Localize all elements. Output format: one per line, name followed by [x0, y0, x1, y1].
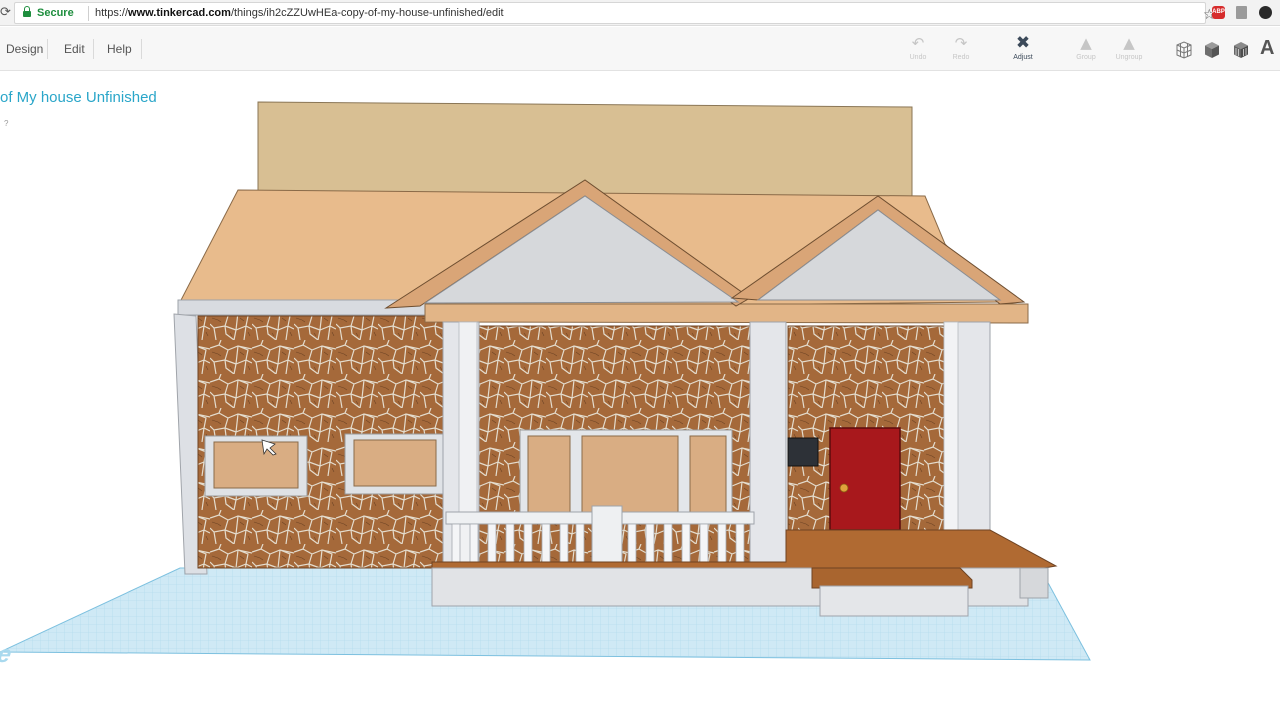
railing-post: [591, 505, 623, 567]
house-3d-model[interactable]: Workplane: [0, 72, 1280, 720]
menu-design[interactable]: Design: [0, 27, 49, 71]
textured-box-icon[interactable]: [1231, 40, 1251, 60]
ungroup-label: Ungroup: [1115, 54, 1143, 61]
omnibox[interactable]: Secure https://www.tinkercad.com/things/…: [14, 2, 1216, 24]
secure-label: Secure: [37, 7, 74, 19]
undo-label: Undo: [909, 54, 927, 61]
url-separator: [88, 6, 89, 21]
reload-icon[interactable]: ⟳: [0, 4, 11, 22]
workplane-label: Workplane: [0, 641, 14, 668]
profile-extension-icon[interactable]: [1259, 6, 1272, 19]
group-button[interactable]: ▲ Group: [1066, 33, 1106, 67]
menu-help[interactable]: Help: [101, 27, 138, 71]
url-text[interactable]: https://www.tinkercad.com/things/ih2cZZU…: [95, 6, 504, 20]
porch-roof-beam: [424, 303, 1029, 324]
undo-button[interactable]: ↶ Undo: [898, 33, 938, 67]
group-icon: ▲: [1080, 34, 1092, 52]
ungroup-icon: ▲: [1123, 34, 1135, 52]
text-shape-icon[interactable]: A: [1260, 36, 1280, 59]
url-path: /things/ih2cZZUwHEa-copy-of-my-house-unf…: [230, 7, 504, 19]
adjust-label: Adjust: [1013, 54, 1033, 61]
redo-button[interactable]: ↷ Redo: [941, 33, 981, 67]
solid-box-icon[interactable]: [1202, 40, 1222, 60]
design-title[interactable]: of My house Unfinished: [0, 89, 157, 107]
mailbox: [787, 437, 819, 467]
wireframe-view-icon[interactable]: [1174, 40, 1194, 60]
workspace-canvas[interactable]: Workplane of My house Unfinished ?: [0, 72, 1280, 720]
menu-divider: [141, 39, 142, 59]
front-step: [819, 585, 969, 617]
porch-column-middle: [749, 321, 787, 563]
help-hint-icon[interactable]: ?: [4, 119, 8, 128]
url-prefix: https://: [95, 7, 129, 19]
group-label: Group: [1076, 54, 1096, 61]
lock-icon: [23, 6, 31, 18]
menu-divider: [47, 39, 48, 59]
document-extension-icon[interactable]: [1236, 6, 1247, 19]
redo-icon: ↷: [954, 34, 968, 52]
front-step-tread: [811, 567, 973, 589]
app-toolbar: Design Edit Help ↶ Undo ↷ Redo ✖ Adjust …: [0, 27, 1280, 71]
adblock-extension-icon[interactable]: ABP: [1212, 6, 1225, 19]
adjust-button[interactable]: ✖ Adjust: [1003, 33, 1043, 67]
menu-divider: [93, 39, 94, 59]
front-door: [829, 427, 901, 531]
undo-icon: ↶: [911, 34, 925, 52]
door-knob: [839, 483, 849, 493]
redo-label: Redo: [952, 54, 970, 61]
ungroup-button[interactable]: ▲ Ungroup: [1109, 33, 1149, 67]
browser-address-bar: ⟳ Secure https://www.tinkercad.com/thing…: [0, 0, 1280, 26]
adjust-icon: ✖: [1015, 33, 1031, 53]
menu-edit[interactable]: Edit: [58, 27, 91, 71]
url-host: www.tinkercad.com: [128, 7, 231, 19]
